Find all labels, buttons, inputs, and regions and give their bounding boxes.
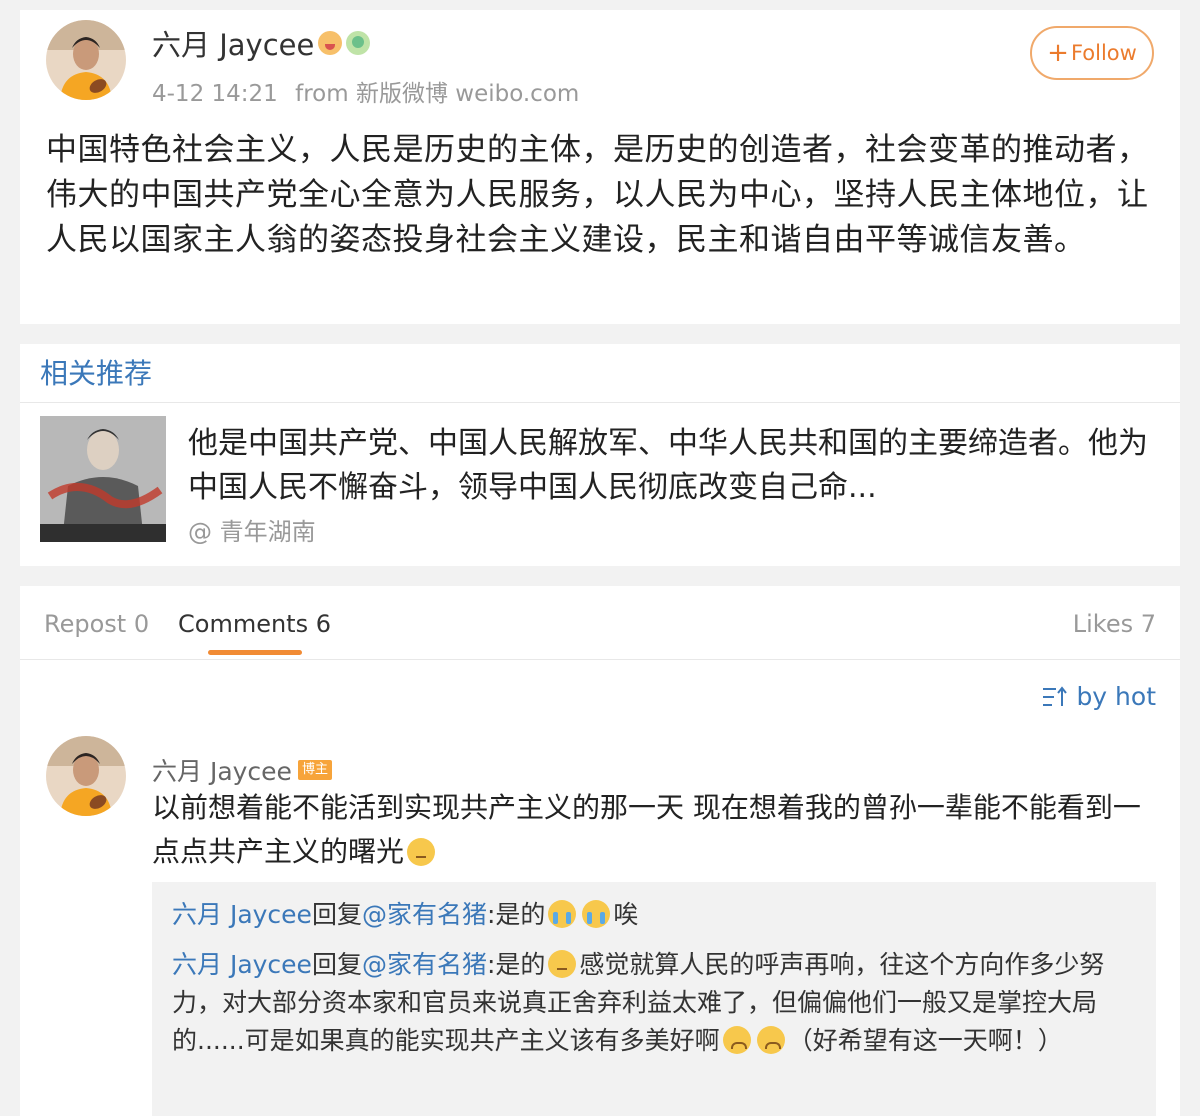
- member-badge-icon[interactable]: [346, 31, 371, 55]
- reply-verb: 回复: [311, 900, 362, 929]
- related-card: 相关推荐 他是中国共产党、中国人民解放军、中华人民共和国的主要缔造者。他为中国人…: [20, 344, 1180, 566]
- crying-emoji-icon: [548, 900, 577, 928]
- reply-text: （好希望有这一天啊！）: [787, 1026, 1063, 1055]
- plus-icon: +: [1047, 38, 1069, 68]
- reply-verb: 回复: [311, 950, 362, 979]
- post-time: 4-12 14:21: [152, 81, 278, 107]
- speechless-emoji-icon: [407, 838, 436, 866]
- tab-comments[interactable]: Comments 6: [178, 610, 331, 638]
- tab-repost[interactable]: Repost 0: [44, 610, 149, 638]
- reply-item[interactable]: 六月 Jaycee回复@家有名猪:是的 唉: [172, 896, 1136, 934]
- comment-author-line: 六月 Jaycee 博主: [152, 752, 332, 788]
- comment-text-body: 以前想着能不能活到实现共产主义的那一天 现在想着我的曾孙一辈能不能看到一点点共产…: [152, 791, 1141, 868]
- post-card: 六月 Jaycee 4-12 14:21 from 新版微博 weibo.com…: [20, 0, 1180, 324]
- reply-text: 唉: [613, 900, 639, 929]
- tab-likes[interactable]: Likes 7: [1073, 610, 1156, 638]
- post-text: 中国特色社会主义，人民是历史的主体，是历史的创造者，社会变革的推动者，伟大的中国…: [46, 132, 1149, 258]
- reply-author[interactable]: 六月 Jaycee: [172, 950, 312, 979]
- divider: [20, 402, 1180, 403]
- reply-item[interactable]: 六月 Jaycee回复@家有名猪:是的 感觉就算人民的呼声再响，往这个方向作多少努…: [172, 946, 1136, 1060]
- reply-mention[interactable]: @家有名猪: [362, 900, 487, 929]
- related-title[interactable]: 他是中国共产党、中国人民解放军、中华人民共和国的主要缔造者。他为中国人民不懈奋斗…: [188, 422, 1158, 510]
- tab-bar: Repost 0 Comments 6 Likes 7: [20, 586, 1180, 660]
- reply-text: :是的: [486, 900, 546, 929]
- fan-badge-icon[interactable]: [318, 31, 343, 55]
- avatar[interactable]: [46, 20, 126, 100]
- crying-emoji-icon: [582, 900, 611, 928]
- reply-mention[interactable]: @家有名猪: [362, 950, 487, 979]
- related-header: 相关推荐: [40, 357, 153, 390]
- comments-card: Repost 0 Comments 6 Likes 7 by hot 六月 Ja…: [20, 586, 1180, 1116]
- reply-text: :是的: [486, 950, 546, 979]
- post-meta: 4-12 14:21 from 新版微博 weibo.com: [152, 74, 589, 108]
- speechless-emoji-icon: [548, 950, 577, 978]
- post-author-name[interactable]: 六月 Jaycee: [152, 22, 314, 64]
- reply-list[interactable]: 六月 Jaycee回复@家有名猪:是的唉 六月 Jaycee回复@家有名猪:是的…: [152, 882, 1156, 1116]
- comment-text: 以前想着能不能活到实现共产主义的那一天 现在想着我的曾孙一辈能不能看到一点点共产…: [152, 786, 1162, 874]
- comment-avatar[interactable]: [46, 736, 126, 816]
- reply-author[interactable]: 六月 Jaycee: [172, 900, 312, 929]
- sort-icon: [1043, 685, 1068, 706]
- blogger-badge: 博主: [297, 760, 332, 780]
- related-thumbnail[interactable]: [40, 416, 166, 542]
- sort-label: by hot: [1076, 682, 1156, 711]
- pleading-emoji-icon: [722, 1026, 751, 1054]
- follow-button[interactable]: + Follow: [1030, 26, 1154, 80]
- post-author-line: 六月 Jaycee: [152, 22, 371, 64]
- follow-label: Follow: [1070, 41, 1137, 65]
- related-source[interactable]: @ 青年湖南: [188, 512, 316, 547]
- pleading-emoji-icon: [756, 1026, 785, 1054]
- comment-author-name[interactable]: 六月 Jaycee: [152, 752, 292, 788]
- post-source: from 新版微博 weibo.com: [295, 81, 580, 107]
- sort-button[interactable]: by hot: [1042, 682, 1156, 711]
- active-tab-indicator: [208, 650, 302, 655]
